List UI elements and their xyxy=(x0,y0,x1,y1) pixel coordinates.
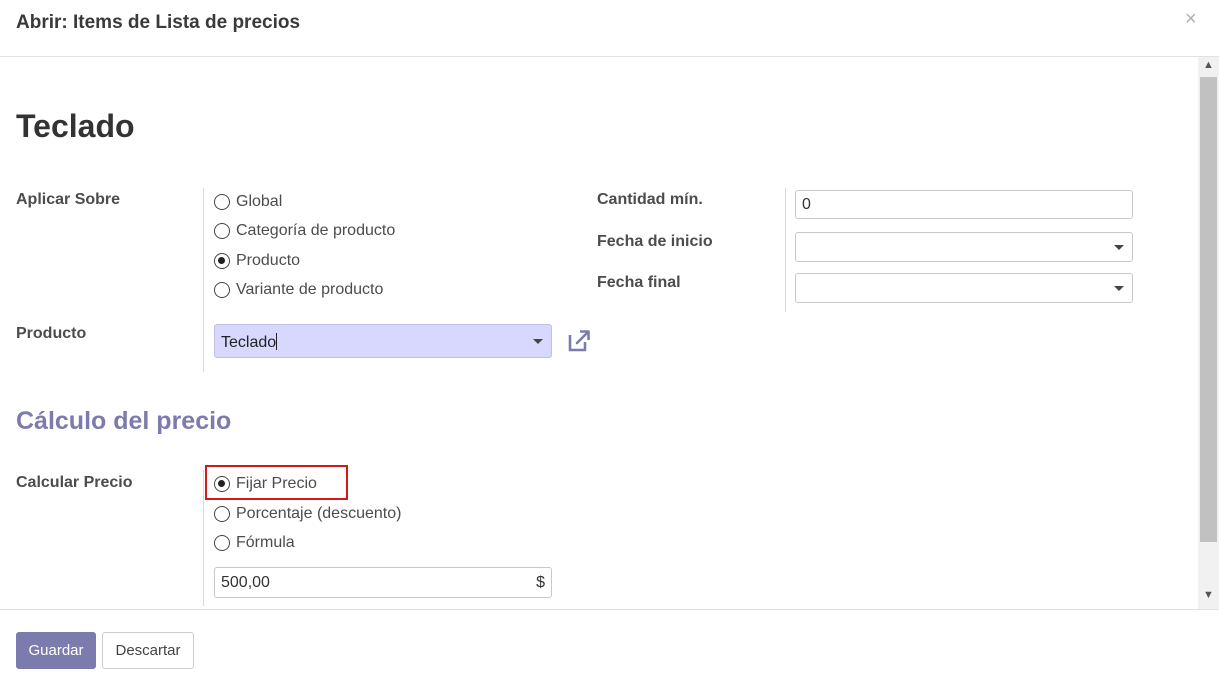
dialog-title: Abrir: Items de Lista de precios xyxy=(16,12,301,33)
dialog-header: Abrir: Items de Lista de precios × xyxy=(0,0,1219,57)
date-start-select[interactable] xyxy=(795,232,1133,262)
radio-label: Global xyxy=(236,193,283,210)
radio-apply-variant[interactable]: Variante de producto xyxy=(214,281,383,299)
chevron-down-icon xyxy=(1114,286,1124,291)
radio-label: Producto xyxy=(236,252,301,269)
radio-circle-checked[interactable] xyxy=(214,476,230,492)
divider-price xyxy=(203,470,204,606)
radio-label: Fijar Precio xyxy=(236,475,317,492)
product-input[interactable]: Teclado xyxy=(214,324,552,358)
radio-circle-checked[interactable] xyxy=(214,253,230,269)
product-label: Producto xyxy=(16,325,87,342)
radio-label: Variante de producto xyxy=(236,281,384,298)
chevron-down-icon xyxy=(1114,245,1124,250)
divider-left xyxy=(203,188,204,372)
radio-label: Categoría de producto xyxy=(236,222,396,239)
save-button[interactable]: Guardar xyxy=(16,632,96,669)
price-section-title: Cálculo del precio xyxy=(16,407,232,435)
radio-apply-global[interactable]: Global xyxy=(214,193,282,211)
fixed-price-value: 500,00 xyxy=(221,574,270,591)
apply-on-label: Aplicar Sobre xyxy=(16,191,121,208)
text-cursor xyxy=(276,333,278,350)
scroll-up-icon[interactable]: ▲ xyxy=(1203,59,1214,71)
min-qty-value: 0 xyxy=(802,196,811,213)
vertical-scrollbar[interactable]: ▲ ▼ xyxy=(1198,57,1219,609)
radio-price-percentage[interactable]: Porcentaje (descuento) xyxy=(214,505,401,523)
radio-apply-category[interactable]: Categoría de producto xyxy=(214,222,395,240)
divider-right xyxy=(785,188,786,312)
external-link-icon[interactable] xyxy=(566,328,592,354)
radio-price-fixed[interactable]: Fijar Precio xyxy=(214,475,317,493)
record-title: Teclado xyxy=(16,108,135,144)
min-qty-label: Cantidad mín. xyxy=(597,191,703,208)
radio-price-formula[interactable]: Fórmula xyxy=(214,534,295,552)
radio-label: Fórmula xyxy=(236,534,295,551)
radio-label: Porcentaje (descuento) xyxy=(236,505,402,522)
radio-circle[interactable] xyxy=(214,535,230,551)
min-qty-input[interactable]: 0 xyxy=(795,190,1133,219)
date-start-label: Fecha de inicio xyxy=(597,233,713,250)
discard-button[interactable]: Descartar xyxy=(102,632,194,669)
chevron-down-icon[interactable] xyxy=(533,339,543,344)
scroll-down-icon[interactable]: ▼ xyxy=(1203,589,1214,601)
fixed-price-input[interactable]: 500,00 $ xyxy=(214,567,552,598)
currency-symbol: $ xyxy=(536,574,545,591)
product-value: Teclado xyxy=(221,334,277,351)
radio-apply-product[interactable]: Producto xyxy=(214,252,300,270)
scrollbar-thumb[interactable] xyxy=(1200,77,1217,542)
radio-circle[interactable] xyxy=(214,223,230,239)
close-icon[interactable]: × xyxy=(1185,8,1197,31)
dialog-footer: Guardar Descartar xyxy=(0,609,1219,677)
date-end-label: Fecha final xyxy=(597,274,681,291)
radio-circle[interactable] xyxy=(214,506,230,522)
dialog-body: Teclado Aplicar Sobre Global Categoría d… xyxy=(0,57,1219,609)
radio-circle[interactable] xyxy=(214,194,230,210)
radio-circle[interactable] xyxy=(214,282,230,298)
compute-price-label: Calcular Precio xyxy=(16,474,133,491)
date-end-select[interactable] xyxy=(795,273,1133,303)
